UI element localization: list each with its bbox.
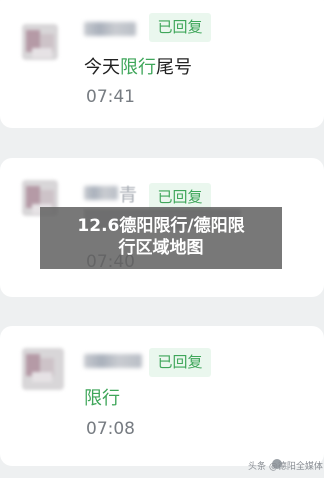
replied-badge: 已回复 xyxy=(149,13,211,42)
message-text-before: 今天 xyxy=(84,57,120,78)
message-text-after: 尾号 xyxy=(156,57,192,78)
username-partial: 青 xyxy=(119,185,137,206)
message-time: 07:41 xyxy=(86,87,135,107)
title-banner: 12.6德阳限行/德阳限 行区域地图 xyxy=(40,207,282,269)
username-blurred xyxy=(84,354,142,368)
message-card[interactable]: 已回复 今天限行尾号 07:41 xyxy=(0,0,324,128)
replied-badge: 已回复 xyxy=(149,348,211,377)
avatar[interactable] xyxy=(22,24,58,60)
banner-line-2: 行区域地图 xyxy=(118,238,204,258)
message-card[interactable]: 已回复 限行 07:08 xyxy=(0,326,324,466)
message-keyword[interactable]: 限行 xyxy=(84,384,120,410)
message-time: 07:08 xyxy=(86,419,135,439)
username-blurred xyxy=(84,22,136,36)
username-blurred xyxy=(84,186,118,200)
message-text: 今天限行尾号 xyxy=(84,53,192,79)
avatar[interactable] xyxy=(22,348,64,390)
watermark: 头条 @德阳全媒体 xyxy=(248,462,323,472)
banner-line-1: 12.6德阳限行/德阳限 xyxy=(77,216,245,236)
message-keyword[interactable]: 限行 xyxy=(120,57,156,78)
